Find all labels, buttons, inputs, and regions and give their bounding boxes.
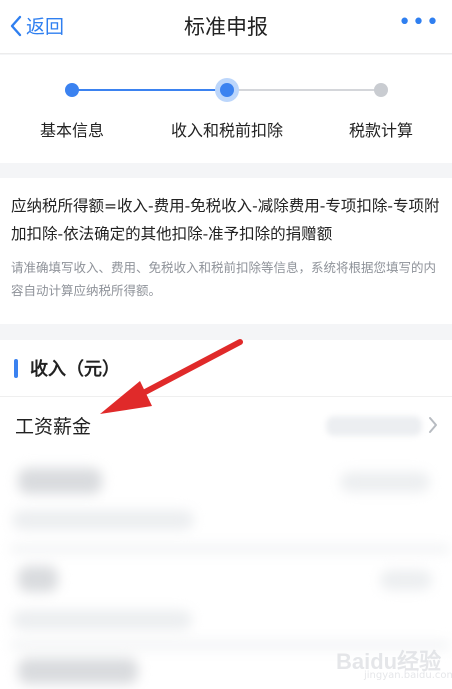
step-label-basic-info: 基本信息 [39, 121, 105, 140]
chevron-right-icon [429, 417, 437, 433]
hint-text: 请准确填写收入、费用、免税收入和税前扣除等信息，系统将根据您填写的内容自动计算应… [11, 260, 437, 298]
more-icon[interactable]: ••• [398, 12, 440, 34]
step-label-income: 收入和税前扣除 [170, 121, 284, 140]
step-label-tax-calc: 税款计算 [348, 121, 414, 140]
income-row-salary[interactable]: 工资薪金 [0, 397, 452, 455]
blurred-row-value [340, 472, 430, 492]
step-connector-pending [227, 89, 381, 91]
step-connector-done [72, 89, 227, 91]
blurred-row-subtext [12, 610, 192, 630]
blurred-row-label [18, 566, 58, 592]
blurred-row-label [18, 468, 102, 494]
blurred-value [326, 416, 422, 436]
blurred-row-value [380, 570, 432, 590]
page-title: 标准申报 [184, 15, 268, 39]
step-dot-tax-calc [374, 83, 388, 97]
formula-section: 应纳税所得额=收入-费用-免税收入-减除费用-专项扣除-专项附加扣除-依法确定的… [0, 178, 452, 324]
income-heading: 收入（元） [30, 359, 120, 380]
blurred-row-label [18, 658, 138, 684]
nav-bar: 返回 标准申报 ••• [0, 0, 452, 54]
blurred-divider [10, 546, 450, 552]
watermark-sub: jingyan.baidu.com [364, 670, 452, 681]
section-accent-bar [14, 359, 18, 378]
step-dot-basic-info [65, 83, 79, 97]
step-dot-income [215, 78, 239, 102]
step-indicator: 基本信息 收入和税前扣除 税款计算 [0, 55, 452, 163]
blurred-row-subtext [12, 510, 194, 530]
salary-label: 工资薪金 [15, 416, 92, 438]
baidu-watermark: Baidu经验 jingyan.baidu.com [330, 630, 452, 685]
formula-text: 应纳税所得额=收入-费用-免税收入-减除费用-专项扣除-专项附加扣除-依法确定的… [11, 197, 440, 243]
